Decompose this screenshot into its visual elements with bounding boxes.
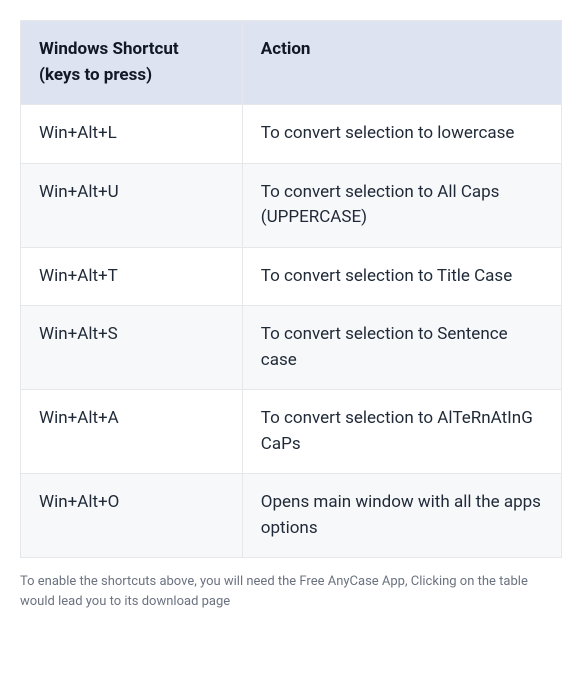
- cell-shortcut: Win+Alt+T: [21, 247, 243, 306]
- cell-shortcut: Win+Alt+O: [21, 474, 243, 558]
- table-row: Win+Alt+O Opens main window with all the…: [21, 474, 562, 558]
- header-shortcut: Windows Shortcut (keys to press): [21, 21, 243, 105]
- table-row: Win+Alt+T To convert selection to Title …: [21, 247, 562, 306]
- cell-action: To convert selection to lowercase: [242, 105, 561, 164]
- cell-action: To convert selection to Sentence case: [242, 306, 561, 390]
- header-action: Action: [242, 21, 561, 105]
- cell-action: Opens main window with all the apps opti…: [242, 474, 561, 558]
- cell-action: To convert selection to AlTeRnAtInG CaPs: [242, 390, 561, 474]
- cell-shortcut: Win+Alt+A: [21, 390, 243, 474]
- cell-shortcut: Win+Alt+L: [21, 105, 243, 164]
- cell-shortcut: Win+Alt+U: [21, 163, 243, 247]
- cell-action: To convert selection to All Caps (UPPERC…: [242, 163, 561, 247]
- cell-shortcut: Win+Alt+S: [21, 306, 243, 390]
- table-row: Win+Alt+L To convert selection to lowerc…: [21, 105, 562, 164]
- table-header-row: Windows Shortcut (keys to press) Action: [21, 21, 562, 105]
- shortcuts-table[interactable]: Windows Shortcut (keys to press) Action …: [20, 20, 562, 558]
- table-row: Win+Alt+S To convert selection to Senten…: [21, 306, 562, 390]
- table-caption: To enable the shortcuts above, you will …: [20, 572, 562, 612]
- table-row: Win+Alt+U To convert selection to All Ca…: [21, 163, 562, 247]
- table-row: Win+Alt+A To convert selection to AlTeRn…: [21, 390, 562, 474]
- cell-action: To convert selection to Title Case: [242, 247, 561, 306]
